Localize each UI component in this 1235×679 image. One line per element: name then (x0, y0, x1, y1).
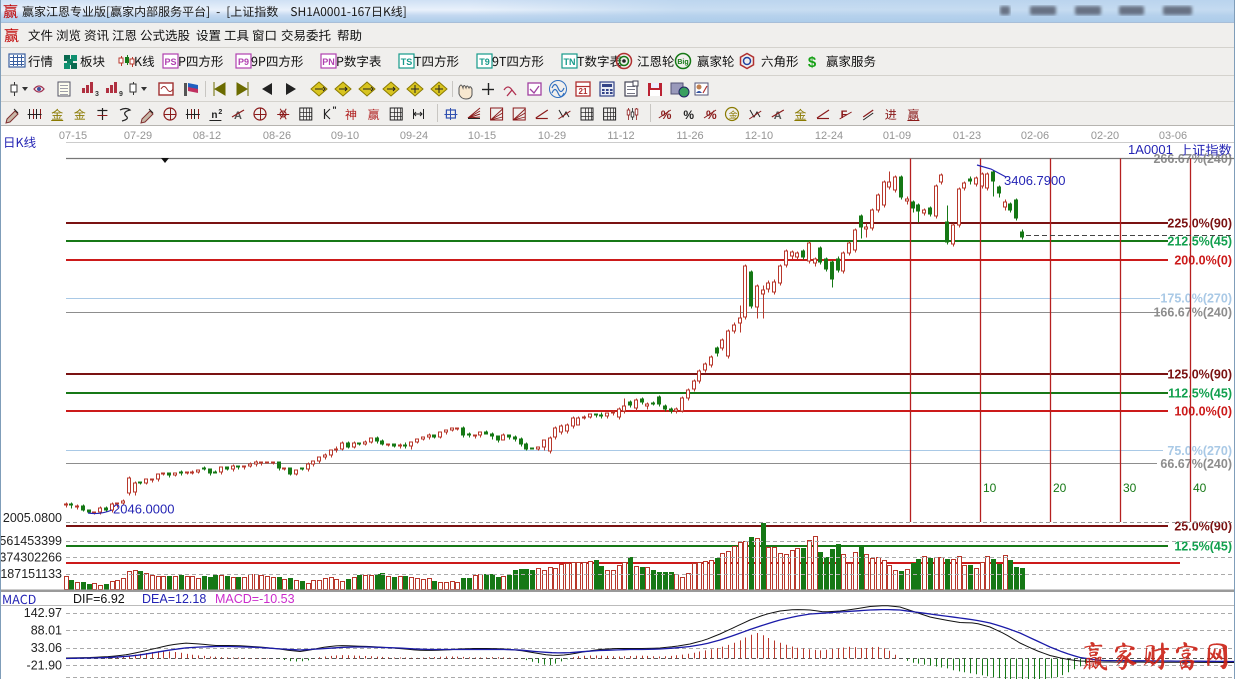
svg-text:TS: TS (401, 57, 413, 67)
svg-text:09-10: 09-10 (331, 130, 359, 142)
svg-text:$: $ (808, 54, 817, 71)
svg-text:02-20: 02-20 (1091, 130, 1119, 142)
svg-text:10-29: 10-29 (538, 130, 566, 142)
svg-text:2005.0800: 2005.0800 (3, 511, 62, 525)
svg-text:07-29: 07-29 (124, 130, 152, 142)
svg-text:21: 21 (579, 87, 588, 96)
svg-text:07-15: 07-15 (59, 130, 87, 142)
svg-text:Big: Big (677, 59, 688, 66)
svg-text:10: 10 (983, 481, 997, 495)
svg-text:3406.7900: 3406.7900 (1004, 173, 1065, 188)
svg-text:2: 2 (218, 109, 222, 116)
svg-text:100.0%(0): 100.0%(0) (1174, 405, 1232, 419)
svg-text:112.5%(45): 112.5%(45) (1168, 387, 1232, 401)
svg-text:66.67%(240): 66.67%(240) (1160, 457, 1232, 471)
svg-text:11-12: 11-12 (607, 130, 634, 142)
svg-text:125.0%(90): 125.0%(90) (1167, 368, 1232, 382)
svg-text:40: 40 (1193, 481, 1207, 495)
svg-text:374302266: 374302266 (0, 551, 62, 565)
svg-text:02-06: 02-06 (1021, 130, 1049, 142)
svg-text:20: 20 (1053, 481, 1067, 495)
svg-text:01-23: 01-23 (953, 130, 981, 142)
svg-text:561453399: 561453399 (0, 534, 62, 548)
svg-text:PN: PN (322, 57, 335, 67)
svg-text:187151133: 187151133 (0, 567, 62, 581)
svg-text:TN: TN (564, 57, 576, 67)
svg-text:225.0%(90): 225.0%(90) (1167, 217, 1232, 231)
svg-text:142.97: 142.97 (24, 606, 62, 620)
svg-text:DEA=12.18: DEA=12.18 (142, 592, 206, 606)
svg-text:03-06: 03-06 (1159, 130, 1187, 142)
svg-text:DIF=6.92: DIF=6.92 (73, 592, 125, 606)
svg-text:n: n (211, 110, 217, 121)
svg-text:166.67%(240): 166.67%(240) (1153, 306, 1232, 320)
svg-text:3: 3 (95, 91, 99, 98)
svg-text:12-24: 12-24 (815, 130, 843, 142)
svg-text:11-26: 11-26 (676, 130, 703, 142)
svg-text:25.0%(90): 25.0%(90) (1174, 520, 1232, 534)
svg-text:": " (332, 105, 336, 115)
svg-text:33.06: 33.06 (31, 641, 62, 655)
svg-text:175.0%(270): 175.0%(270) (1160, 292, 1232, 306)
svg-text:9: 9 (119, 91, 123, 98)
svg-text:212.5%(45): 212.5%(45) (1167, 235, 1232, 249)
svg-text:30: 30 (1123, 481, 1137, 495)
svg-text:01-09: 01-09 (883, 130, 911, 142)
svg-text:%: % (683, 108, 694, 122)
svg-text:12-10: 12-10 (745, 130, 773, 142)
svg-text:PS: PS (164, 57, 176, 67)
svg-text:T9: T9 (479, 57, 490, 67)
svg-text:75.0%(270): 75.0%(270) (1167, 444, 1232, 458)
svg-text:08-26: 08-26 (263, 130, 291, 142)
svg-text:10-15: 10-15 (468, 130, 496, 142)
svg-text:09-24: 09-24 (400, 130, 428, 142)
svg-text:-21.90: -21.90 (27, 659, 62, 673)
svg-text:88.01: 88.01 (31, 624, 62, 638)
svg-text:MACD=-10.53: MACD=-10.53 (215, 592, 295, 606)
svg-text:200.0%(0): 200.0%(0) (1174, 254, 1232, 268)
svg-text:P9: P9 (238, 57, 249, 67)
svg-text:08-12: 08-12 (193, 130, 221, 142)
svg-text:2046.0000: 2046.0000 (113, 502, 174, 517)
